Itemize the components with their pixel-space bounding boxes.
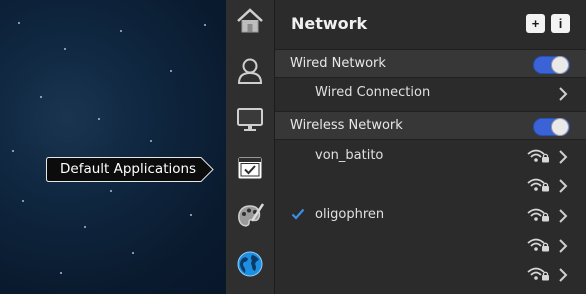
wifi-network-row-connected[interactable]: oligophren [275,201,586,230]
dock-tooltip: Default Applications [46,157,214,182]
wifi-secured-icon [527,208,549,222]
wifi-secured-icon [527,267,549,281]
user-icon [237,58,263,84]
desktop-background: Default Applications [0,0,226,294]
wifi-secured-icon [527,178,549,192]
toggle-knob [551,118,569,136]
wifi-network-row[interactable] [275,260,586,289]
wifi-network-row[interactable] [275,171,586,200]
panel-header: Network + i [275,0,586,50]
wireless-network-toggle[interactable] [533,118,570,136]
page-title: Network [291,14,368,33]
wired-connection-label: Wired Connection [315,85,431,100]
network-globe-icon [237,251,263,277]
chevron-right-icon[interactable] [558,239,568,253]
display-icon [237,108,263,131]
home-icon [237,8,263,33]
default-applications-icon [238,157,262,179]
dock-item-appearance[interactable] [231,197,269,235]
wifi-network-row[interactable] [275,231,586,260]
tooltip-label: Default Applications [60,161,197,177]
chevron-right-icon[interactable] [558,150,568,164]
toggle-knob [551,56,569,74]
info-button[interactable]: i [551,14,570,33]
add-connection-button[interactable]: + [526,14,545,33]
wired-network-label: Wired Network [290,56,386,71]
dock-item-display[interactable] [231,100,269,138]
appearance-icon [238,203,265,227]
dock-item-network[interactable] [231,245,269,283]
chevron-right-icon[interactable] [558,87,568,101]
network-name: oligophren [315,207,385,222]
wired-connection-row[interactable]: Wired Connection [275,79,586,108]
chevron-right-icon[interactable] [558,179,568,193]
wireless-network-label: Wireless Network [290,118,403,133]
chevron-right-icon[interactable] [558,209,568,223]
network-name: von_batito [315,148,384,163]
wireless-network-section: Wireless Network [275,111,586,140]
settings-dock [226,0,275,294]
wifi-secured-icon [527,238,549,252]
dock-item-home[interactable] [231,2,269,40]
wired-network-section: Wired Network [275,49,586,78]
network-panel: Network + i Wired Network Wired Connecti… [275,0,586,294]
checkmark-icon [291,208,305,220]
dock-item-user[interactable] [231,52,269,90]
wifi-network-row[interactable]: von_batito [275,142,586,171]
dock-item-default-applications[interactable] [231,149,269,187]
wifi-secured-icon [527,149,549,163]
chevron-right-icon[interactable] [558,268,568,282]
wired-network-toggle[interactable] [533,56,570,74]
